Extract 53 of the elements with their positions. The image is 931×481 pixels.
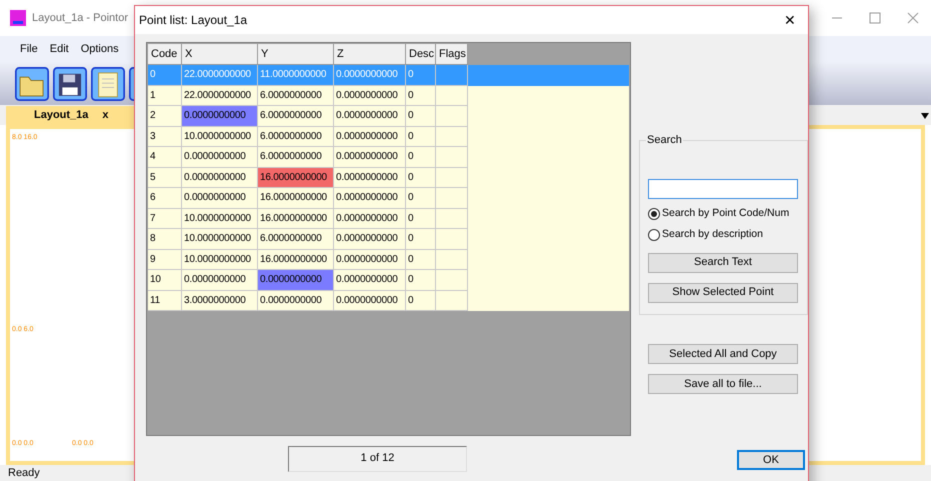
- table-cell: 0: [406, 290, 436, 311]
- table-row[interactable]: 4 0.0000000000 6.0000000000 0.0000000000 0: [148, 147, 629, 168]
- menu-item[interactable]: Edit: [50, 40, 69, 58]
- close-button[interactable]: ✕: [776, 8, 804, 32]
- table-cell: [436, 290, 468, 311]
- radio-button[interactable]: [648, 208, 660, 220]
- table-row[interactable]: 11 3.0000000000 0.0000000000 0.0000000000 0: [148, 290, 629, 311]
- document-icon[interactable]: [91, 66, 125, 100]
- table-row[interactable]: 8 10.0000000000 6.0000000000 0.0000000000 0: [148, 229, 629, 250]
- search-field[interactable]: [648, 179, 798, 199]
- folder-icon[interactable]: [15, 66, 49, 100]
- table-cell: 0.0000000000: [334, 290, 406, 311]
- column-header[interactable]: Z: [334, 44, 406, 65]
- dropdown-icon[interactable]: [921, 113, 929, 119]
- search-action-button[interactable]: Show Selected Point: [648, 282, 798, 302]
- radio-label[interactable]: Search by description: [662, 226, 763, 242]
- action-button[interactable]: Save all to file...: [648, 374, 798, 394]
- ok-button[interactable]: OK: [737, 450, 805, 470]
- app-icon: [10, 10, 26, 26]
- column-header[interactable]: Flags: [436, 44, 468, 65]
- table-row[interactable]: 10 0.0000000000 0.0000000000 0.0000000000 0: [148, 270, 629, 290]
- action-button[interactable]: Selected All and Copy: [648, 344, 798, 364]
- table-cell: 0.0000000000: [258, 290, 334, 311]
- dialog-title: Point list: Layout_1a: [139, 12, 248, 29]
- close-icon[interactable]: [907, 12, 919, 24]
- table-cell: 0.0000000000: [182, 106, 258, 126]
- table-cell: 11: [148, 290, 182, 311]
- tab-label: Layout_1a: [34, 108, 88, 124]
- maximize-icon[interactable]: [869, 12, 881, 24]
- counter-field: 1 of 12: [288, 446, 467, 472]
- table-cell: 3.0000000000: [182, 290, 258, 311]
- column-header[interactable]: Desc: [406, 44, 436, 65]
- table-row[interactable]: 6 0.0000000000 16.0000000000 0.0000000000 0: [148, 188, 629, 208]
- table-row[interactable]: 3 10.0000000000 6.0000000000 0.0000000000 0: [148, 126, 629, 147]
- table-row[interactable]: 5 0.0000000000 16.0000000000 0.0000000000 0: [148, 168, 629, 188]
- table-row[interactable]: 9 10.0000000000 16.0000000000 0.0000000000 0: [148, 250, 629, 270]
- search-action-button[interactable]: Search Text: [648, 252, 798, 272]
- table-cell: 16.0000000000: [258, 168, 334, 188]
- status-text: Ready: [8, 466, 40, 481]
- table-row[interactable]: 2 0.0000000000 6.0000000000 0.0000000000 0: [148, 106, 629, 126]
- radio-label[interactable]: Search by Point Code/Num: [662, 206, 790, 222]
- table-row[interactable]: 7 10.0000000000 16.0000000000 0.0000000000 0: [148, 208, 629, 229]
- menu-item[interactable]: File: [20, 40, 38, 58]
- tab-close[interactable]: x: [102, 107, 109, 124]
- column-header[interactable]: X: [182, 44, 258, 65]
- table-cell: 0.0000000000: [258, 270, 334, 290]
- column-header[interactable]: Y: [258, 44, 334, 65]
- menu-item[interactable]: Options: [80, 40, 119, 58]
- window-title: Layout_1a - Pointor: [32, 10, 128, 26]
- table-row[interactable]: 1 22.0000000000 6.0000000000 0.0000000000 0: [148, 86, 629, 106]
- radio-button[interactable]: [648, 228, 660, 241]
- document-tab[interactable]: Layout_1a x: [6, 106, 137, 125]
- column-header[interactable]: Code: [148, 44, 182, 65]
